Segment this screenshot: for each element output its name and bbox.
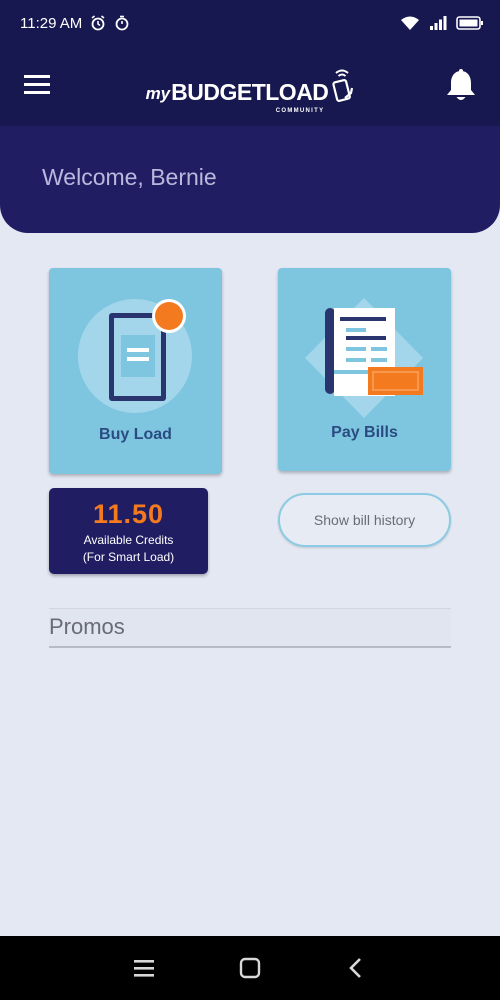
logo-my-text: my xyxy=(145,84,171,103)
show-bill-history-button[interactable]: Show bill history xyxy=(278,493,451,547)
home-icon[interactable] xyxy=(237,956,263,980)
app-bar: my BUDGETLOAD COMMUNITY xyxy=(0,46,500,126)
promos-title: Promos xyxy=(49,614,125,639)
buy-load-card[interactable]: Buy Load xyxy=(49,268,222,474)
logo-sub-text: COMMUNITY xyxy=(275,108,325,114)
welcome-header: Welcome, Bernie xyxy=(0,126,500,233)
welcome-text: Welcome, Bernie xyxy=(42,164,217,190)
status-right xyxy=(400,15,484,31)
hamburger-menu-icon[interactable] xyxy=(22,72,52,98)
alarm-icon xyxy=(91,15,105,31)
timer-icon xyxy=(115,15,129,31)
wifi-icon xyxy=(401,16,419,30)
battery-icon xyxy=(456,16,483,30)
bill-receipt-icon xyxy=(305,298,423,418)
status-bar: 11:29 AM xyxy=(0,0,500,46)
credits-box: 11.50 Available Credits (For Smart Load) xyxy=(49,488,208,574)
pay-bills-card[interactable]: Pay Bills xyxy=(278,268,451,471)
bell-icon[interactable] xyxy=(444,68,478,104)
credits-label: Available Credits xyxy=(83,533,174,547)
navigation-bar xyxy=(0,936,500,1000)
status-time: 11:29 AM xyxy=(20,14,83,32)
recent-apps-icon[interactable] xyxy=(131,956,157,980)
phone-icon xyxy=(78,299,192,413)
logo-phone-icon xyxy=(332,69,354,102)
signal-icon xyxy=(430,16,447,30)
back-icon[interactable] xyxy=(343,956,369,980)
pay-bills-label: Pay Bills xyxy=(331,424,398,441)
status-left: 11:29 AM xyxy=(20,15,130,32)
app-logo: my BUDGETLOAD COMMUNITY xyxy=(145,68,355,114)
buy-load-label: Buy Load xyxy=(99,426,172,443)
promos-section: Promos xyxy=(49,608,451,648)
credits-sub-label: (For Smart Load) xyxy=(82,550,175,564)
logo-main-text: BUDGETLOAD xyxy=(171,79,329,105)
credits-amount: 11.50 xyxy=(92,499,165,529)
